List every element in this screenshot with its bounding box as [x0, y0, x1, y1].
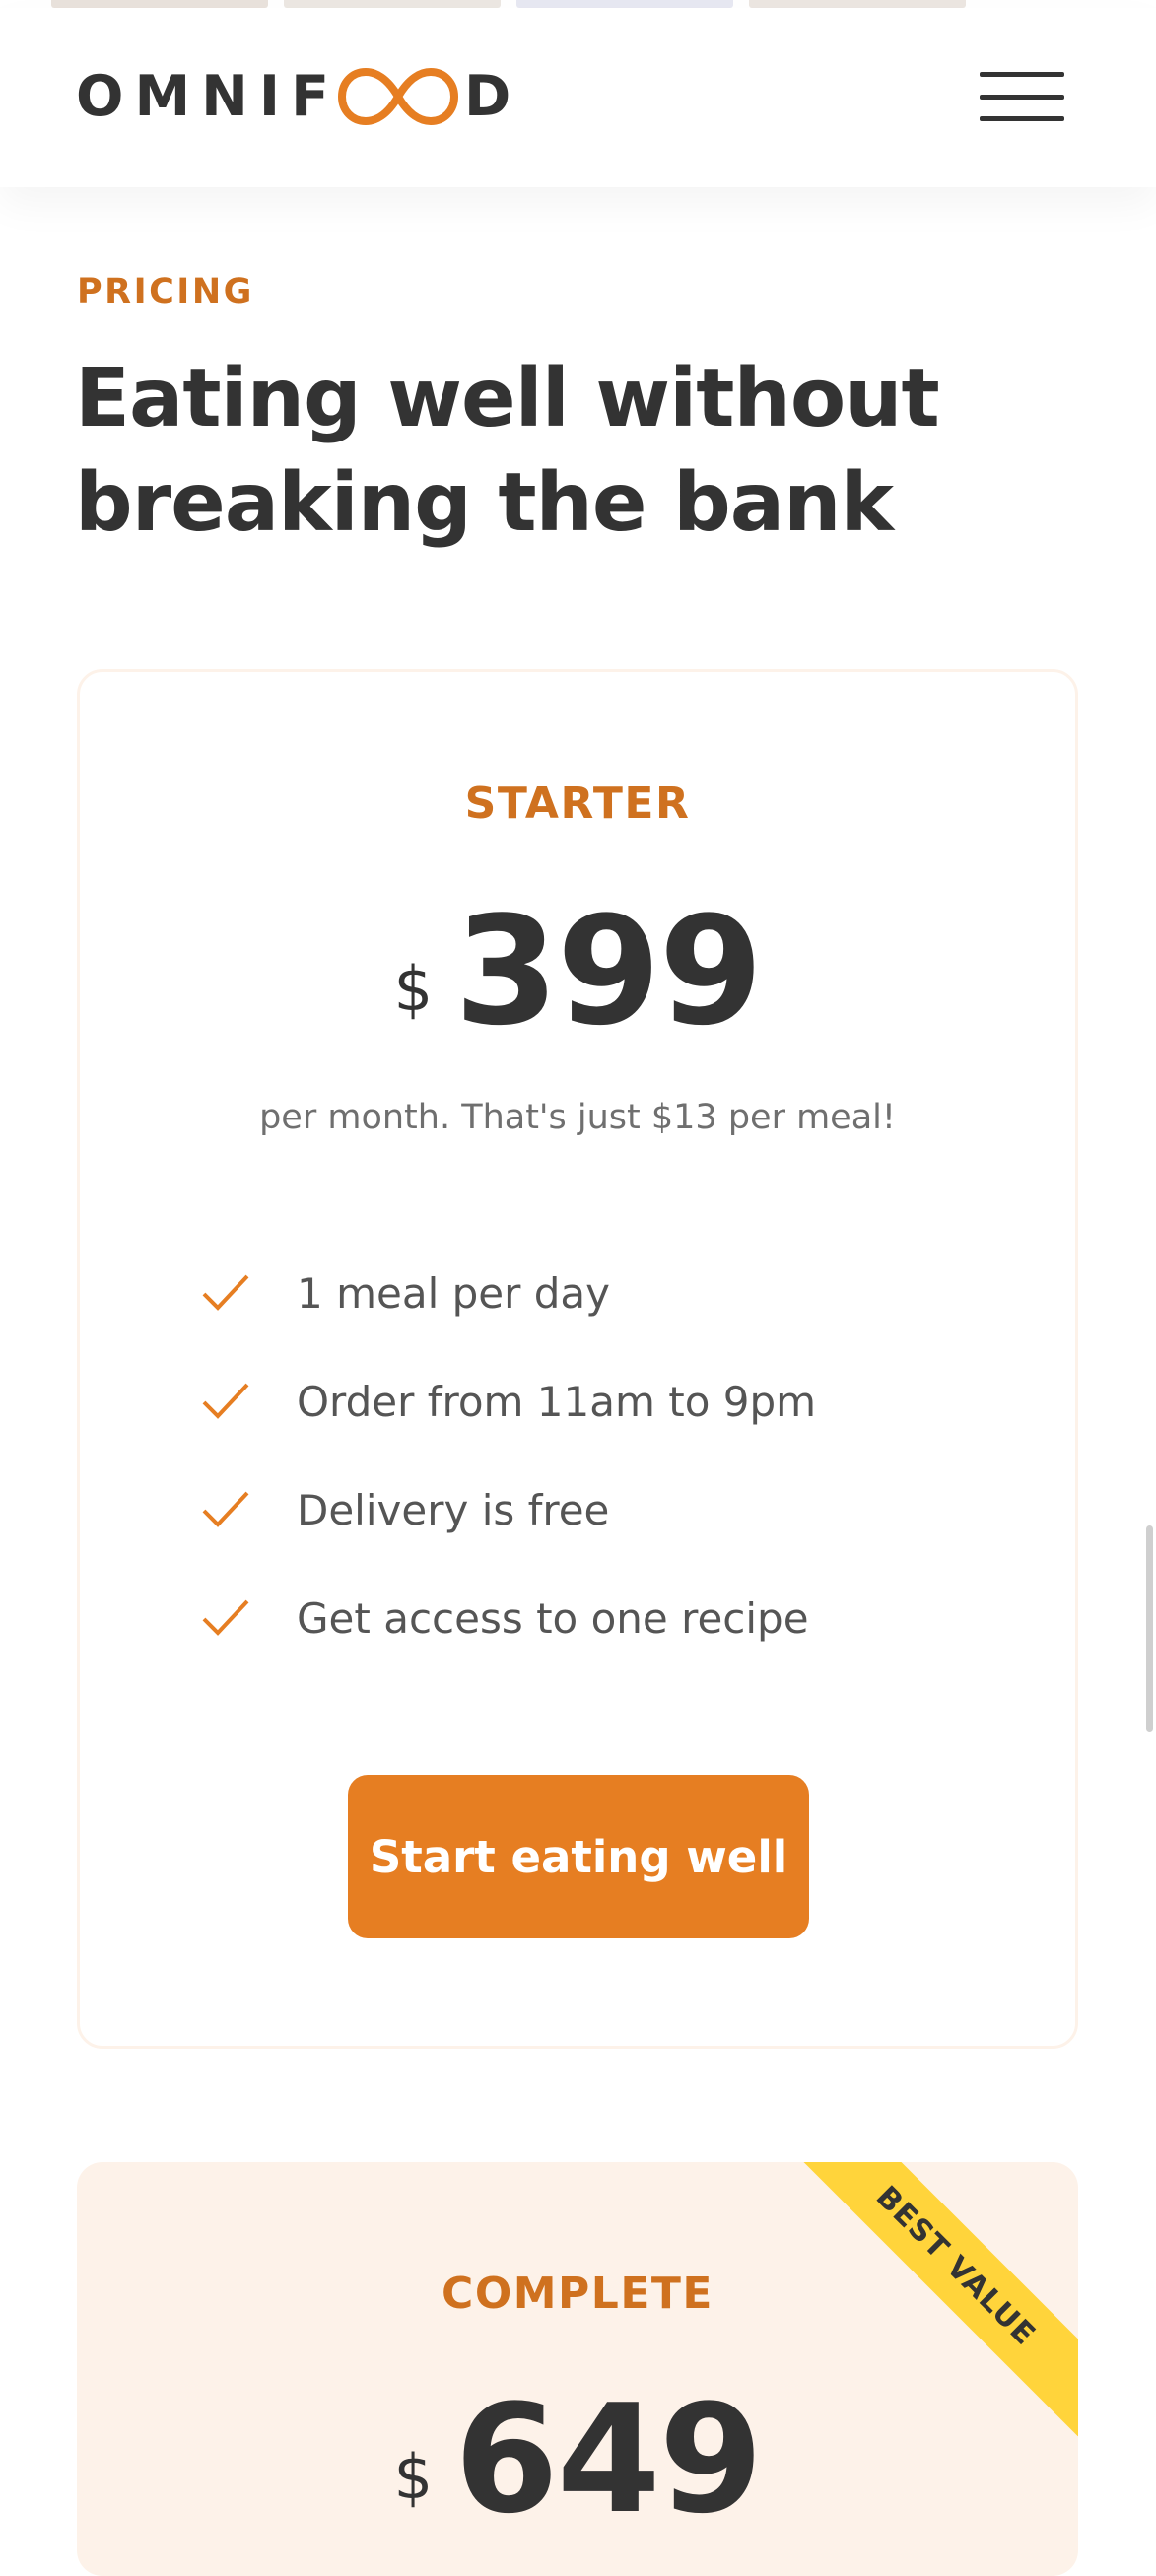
checkmark-icon: [202, 1599, 249, 1636]
logo-text-left: OMNIF: [76, 63, 341, 129]
plan-price: $ 399: [80, 897, 1075, 1047]
feature-text: 1 meal per day: [297, 1268, 610, 1318]
gallery-image: [749, 0, 966, 8]
price-note: per month. That's just $13 per meal!: [259, 1098, 896, 1137]
pricing-plan-starter: STARTER $ 399 per month. That's just $13…: [77, 669, 1078, 2049]
logo-text-right: D: [464, 63, 522, 129]
hamburger-menu-icon[interactable]: [980, 69, 1064, 124]
checkmark-icon: [202, 1491, 249, 1527]
gallery-image: [284, 0, 501, 8]
price-currency: $: [393, 2441, 434, 2513]
start-eating-well-button[interactable]: Start eating well: [348, 1775, 809, 1938]
feature-text: Delivery is free: [297, 1485, 610, 1534]
section-heading: Eating well without breaking the bank: [75, 352, 940, 550]
scrollbar-thumb[interactable]: [1146, 1525, 1153, 1732]
pricing-plan-complete: BEST VALUE COMPLETE $ 649: [77, 2162, 1078, 2576]
gallery-image: [51, 0, 268, 8]
price-currency: $: [393, 953, 434, 1025]
feature-text: Order from 11am to 9pm: [297, 1377, 817, 1426]
plan-price: $ 649: [77, 2385, 1078, 2535]
section-subheading: PRICING: [77, 272, 254, 311]
price-value: 649: [454, 2372, 763, 2546]
checkmark-icon: [202, 1274, 249, 1311]
infinity-logo-icon: [338, 67, 459, 126]
price-value: 399: [454, 884, 763, 1058]
logo[interactable]: OMNIF D: [76, 62, 521, 131]
list-item: Get access to one recipe: [198, 1564, 816, 1672]
list-item: Delivery is free: [198, 1456, 816, 1564]
gallery-image: [516, 0, 733, 8]
list-item: 1 meal per day: [198, 1239, 816, 1347]
gallery-strip-edge: [0, 0, 1156, 8]
plan-name: COMPLETE: [442, 2269, 714, 2319]
site-header: OMNIF D: [0, 8, 1156, 187]
checkmark-icon: [202, 1383, 249, 1419]
plan-name: STARTER: [464, 779, 691, 829]
feature-list: 1 meal per day Order from 11am to 9pm De…: [198, 1239, 816, 1672]
feature-text: Get access to one recipe: [297, 1593, 809, 1643]
list-item: Order from 11am to 9pm: [198, 1347, 816, 1456]
